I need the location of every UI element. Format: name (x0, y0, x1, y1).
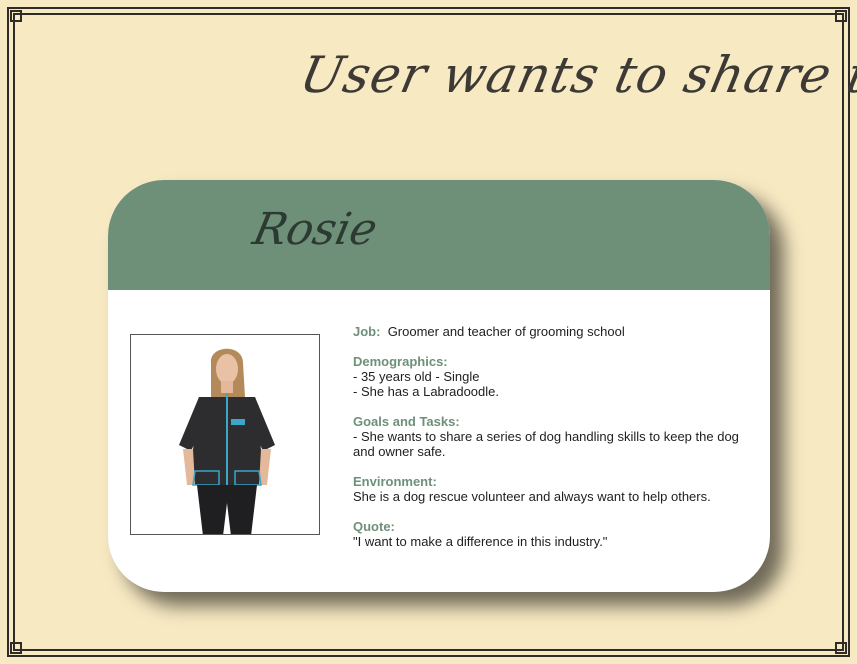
goals-section: Goals and Tasks: - She wants to share a … (353, 414, 753, 459)
persona-name: Rosie (248, 204, 382, 255)
demographics-line: - 35 years old - Single (353, 369, 480, 384)
demographics-section: Demographics: - 35 years old - Single - … (353, 354, 753, 399)
goals-label: Goals and Tasks: (353, 414, 460, 429)
job-row: Job: Groomer and teacher of grooming sch… (353, 324, 753, 339)
demographics-line: - She has a Labradoodle. (353, 384, 499, 399)
persona-card: Rosie Job: Groomer and teacher of groomi… (108, 180, 770, 592)
job-value: Groomer and teacher of grooming school (387, 324, 625, 339)
job-label: Job: (353, 324, 381, 339)
environment-label: Environment: (353, 474, 437, 489)
quote-section: Quote: "I want to make a difference in t… (353, 519, 753, 549)
persona-details: Job: Groomer and teacher of grooming sch… (353, 324, 753, 564)
goals-text: - She wants to share a series of dog han… (353, 429, 739, 459)
environment-section: Environment: She is a dog rescue volunte… (353, 474, 753, 504)
quote-text: "I want to make a difference in this ind… (353, 534, 608, 549)
persona-photo (130, 334, 320, 535)
persona-photo-illustration (179, 348, 275, 534)
page-title: User wants to share tips (295, 46, 857, 104)
demographics-label: Demographics: (353, 354, 448, 369)
quote-label: Quote: (353, 519, 395, 534)
environment-text: She is a dog rescue volunteer and always… (353, 489, 711, 504)
persona-card-header: Rosie (108, 180, 770, 290)
